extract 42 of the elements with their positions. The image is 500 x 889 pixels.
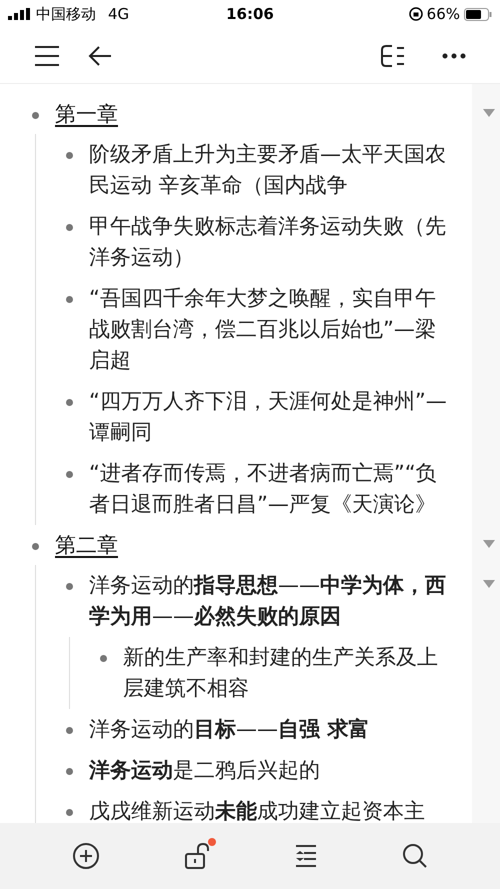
- battery-percent: 66%: [426, 4, 460, 25]
- clock-time: 16:06: [226, 4, 274, 25]
- signal-icon: [8, 8, 32, 20]
- chapter-heading: 第一章: [55, 101, 118, 128]
- add-circle-icon[interactable]: [72, 842, 100, 870]
- outline-item-text: 阶级矛盾上升为主要矛盾—太平天国农民运动 辛亥革命（国内战争: [89, 141, 447, 199]
- bullet-icon: [32, 543, 39, 550]
- network-type: 4G: [108, 4, 130, 25]
- outline-item-text: 甲午战争失败标志着洋务运动失败（先洋务运动）: [89, 213, 447, 271]
- bullet-icon: [66, 809, 73, 816]
- bullet-icon: [66, 727, 73, 734]
- outline-item-text: “进者存而传焉，不进者病而亡焉”“负者日退而胜者日昌”—严复《天演论》: [89, 460, 438, 518]
- bullet-icon: [66, 296, 73, 303]
- search-icon[interactable]: [402, 843, 428, 869]
- collapse-caret-icon[interactable]: [482, 579, 496, 589]
- bullet-icon: [100, 655, 107, 662]
- outline-view-icon[interactable]: [380, 44, 406, 68]
- unlocked-padlock-icon[interactable]: [184, 842, 210, 870]
- bullet-icon: [66, 152, 73, 159]
- bullet-icon: [32, 112, 39, 119]
- more-icon[interactable]: [442, 52, 466, 58]
- collapse-caret-icon[interactable]: [482, 108, 496, 118]
- bullet-icon: [66, 583, 73, 590]
- rotation-lock-icon: [408, 7, 423, 21]
- bullet-icon: [66, 224, 73, 231]
- outline-item-text: 戊戌维新运动未能成功建立起资本主: [89, 798, 426, 823]
- outline-item-text: 洋务运动是二鸦后兴起的: [89, 757, 321, 784]
- outline-item-text: 洋务运动的目标——自强 求富: [89, 716, 370, 743]
- back-arrow-icon[interactable]: [88, 44, 112, 66]
- outline-item-text: “四万万人齐下泪，天涯何处是神州”—谭嗣同: [89, 388, 448, 446]
- chapter-heading: 第二章: [55, 532, 118, 559]
- outline-item-text: “吾国四千余年大梦之唤醒，实自甲午战败割台湾，偿二百兆以后始也”—梁启超: [89, 285, 437, 374]
- menu-icon[interactable]: [34, 44, 60, 66]
- battery-icon: [464, 8, 492, 20]
- outline-item-text: 新的生产率和封建的生产关系及上层建筑不相容: [123, 644, 439, 702]
- bullet-icon: [66, 768, 73, 775]
- outline-item-text: 洋务运动的指导思想——中学为体，西学为用——必然失败的原因: [89, 572, 447, 630]
- carrier-name: 中国移动: [36, 4, 96, 25]
- bullet-icon: [66, 399, 73, 406]
- bullet-icon: [66, 471, 73, 478]
- indent-list-icon[interactable]: [294, 844, 318, 868]
- collapse-caret-icon[interactable]: [482, 539, 496, 549]
